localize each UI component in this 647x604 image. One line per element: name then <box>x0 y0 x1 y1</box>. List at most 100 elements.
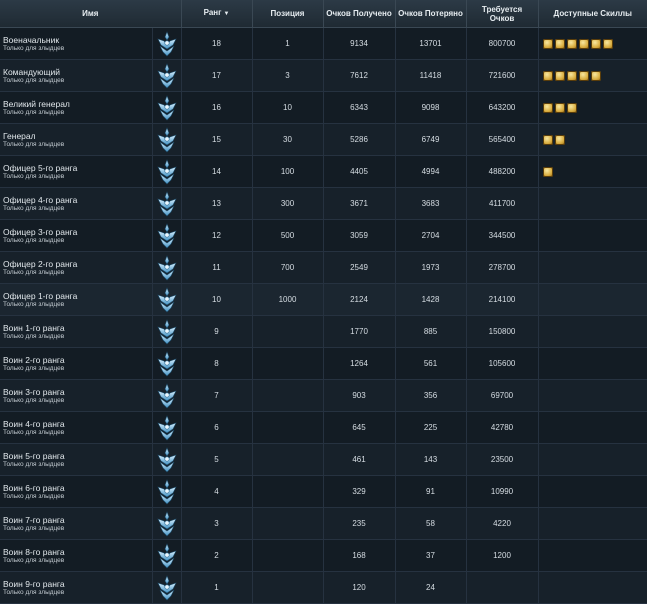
rank-emblem-cell <box>152 411 182 444</box>
skill-icon[interactable] <box>590 70 601 81</box>
skill-icon[interactable] <box>542 166 553 177</box>
skills-cell <box>538 59 647 92</box>
rank-name-cell: Военачальник Только для злыдцев <box>0 27 153 60</box>
rank-title: Воин 6-го ранга <box>3 482 65 493</box>
rank-emblem-icon <box>156 158 177 184</box>
position-cell: 1 <box>252 27 324 60</box>
points-earned-cell: 2124 <box>323 283 396 316</box>
table-row[interactable]: Воин 7-го ранга Только для злыдцев 3 235… <box>0 507 647 540</box>
skills-cell <box>538 379 647 412</box>
skill-icon[interactable] <box>554 134 565 145</box>
header-name[interactable]: Имя <box>0 0 182 28</box>
position-cell <box>252 443 324 476</box>
rank-title: Военачальник <box>3 34 60 45</box>
table-row[interactable]: Воин 9-го ранга Только для злыдцев 1 120… <box>0 571 647 604</box>
points-earned-cell: 2549 <box>323 251 396 284</box>
table-row[interactable]: Офицер 4-го ранга Только для злыдцев 13 … <box>0 187 647 220</box>
rank-title: Генерал <box>3 130 36 141</box>
rank-note: Только для злыдцев <box>3 396 65 404</box>
table-row[interactable]: Воин 4-го ранга Только для злыдцев 6 645… <box>0 411 647 444</box>
table-row[interactable]: Офицер 2-го ранга Только для злыдцев 11 … <box>0 251 647 284</box>
skill-icon[interactable] <box>578 38 589 49</box>
header-position[interactable]: Позиция <box>252 0 324 28</box>
skills-cell <box>538 475 647 508</box>
points-earned-cell: 1264 <box>323 347 396 380</box>
skills-cell <box>538 411 647 444</box>
skill-icon[interactable] <box>554 102 565 113</box>
position-cell <box>252 507 324 540</box>
position-cell <box>252 475 324 508</box>
table-row[interactable]: Офицер 1-го ранга Только для злыдцев 10 … <box>0 283 647 316</box>
table-row[interactable]: Воин 1-го ранга Только для злыдцев 9 177… <box>0 315 647 348</box>
rank-emblem-cell <box>152 91 182 124</box>
header-skills[interactable]: Доступные Скиллы <box>538 0 647 28</box>
rank-emblem-icon <box>156 542 177 568</box>
points-lost-cell: 58 <box>395 507 467 540</box>
rank-cell: 14 <box>181 155 253 188</box>
rank-cell: 16 <box>181 91 253 124</box>
skill-icon[interactable] <box>566 70 577 81</box>
header-points-required[interactable]: Требуется Очков <box>466 0 539 28</box>
rank-cell: 13 <box>181 187 253 220</box>
rank-emblem-icon <box>156 190 177 216</box>
points-lost-cell: 13701 <box>395 27 467 60</box>
points-lost-cell: 4994 <box>395 155 467 188</box>
rank-emblem-icon <box>156 254 177 280</box>
rank-emblem-cell <box>152 315 182 348</box>
header-points-lost[interactable]: Очков Потеряно <box>395 0 467 28</box>
skills-cell <box>538 315 647 348</box>
table-row[interactable]: Воин 8-го ранга Только для злыдцев 2 168… <box>0 539 647 572</box>
header-points-earned[interactable]: Очков Получено <box>323 0 396 28</box>
position-cell <box>252 539 324 572</box>
rank-title: Воин 2-го ранга <box>3 354 65 365</box>
table-row[interactable]: Великий генерал Только для злыдцев 16 10… <box>0 91 647 124</box>
rank-emblem-cell <box>152 507 182 540</box>
table-row[interactable]: Воин 6-го ранга Только для злыдцев 4 329… <box>0 475 647 508</box>
points-earned-cell: 120 <box>323 571 396 604</box>
skill-icon[interactable] <box>554 38 565 49</box>
skill-icon[interactable] <box>590 38 601 49</box>
points-lost-cell: 561 <box>395 347 467 380</box>
points-earned-cell: 9134 <box>323 27 396 60</box>
points-earned-cell: 645 <box>323 411 396 444</box>
skill-icon[interactable] <box>542 70 553 81</box>
table-row[interactable]: Воин 3-го ранга Только для злыдцев 7 903… <box>0 379 647 412</box>
table-row[interactable]: Воин 5-го ранга Только для злыдцев 5 461… <box>0 443 647 476</box>
points-lost-cell: 225 <box>395 411 467 444</box>
skill-icon[interactable] <box>578 70 589 81</box>
table-row[interactable]: Офицер 5-го ранга Только для злыдцев 14 … <box>0 155 647 188</box>
rank-emblem-cell <box>152 283 182 316</box>
skill-icon[interactable] <box>542 38 553 49</box>
rank-title: Офицер 3-го ранга <box>3 226 78 237</box>
skills-cell <box>538 347 647 380</box>
rank-emblem-icon <box>156 446 177 472</box>
rank-note: Только для злыдцев <box>3 300 65 308</box>
points-earned-cell: 329 <box>323 475 396 508</box>
points-required-cell: 214100 <box>466 283 539 316</box>
points-earned-cell: 903 <box>323 379 396 412</box>
skill-icon[interactable] <box>542 134 553 145</box>
rank-name-cell: Командующий Только для злыдцев <box>0 59 153 92</box>
skill-icon[interactable] <box>566 38 577 49</box>
skill-icon[interactable] <box>566 102 577 113</box>
rank-emblem-cell <box>152 123 182 156</box>
position-cell: 100 <box>252 155 324 188</box>
rank-name-cell: Офицер 5-го ранга Только для злыдцев <box>0 155 153 188</box>
rank-cell: 18 <box>181 27 253 60</box>
rank-cell: 17 <box>181 59 253 92</box>
points-required-cell: 23500 <box>466 443 539 476</box>
rank-name-cell: Воин 1-го ранга Только для злыдцев <box>0 315 153 348</box>
rank-emblem-icon <box>156 318 177 344</box>
rank-name-cell: Великий генерал Только для злыдцев <box>0 91 153 124</box>
rank-title: Офицер 1-го ранга <box>3 290 78 301</box>
table-row[interactable]: Офицер 3-го ранга Только для злыдцев 12 … <box>0 219 647 252</box>
skill-icon[interactable] <box>542 102 553 113</box>
header-rank[interactable]: Ранг ▼ <box>181 0 253 28</box>
skill-icon[interactable] <box>602 38 613 49</box>
table-row[interactable]: Воин 2-го ранга Только для злыдцев 8 126… <box>0 347 647 380</box>
table-row[interactable]: Командующий Только для злыдцев 17 3 7612… <box>0 59 647 92</box>
rank-cell: 12 <box>181 219 253 252</box>
table-row[interactable]: Военачальник Только для злыдцев 18 1 913… <box>0 27 647 60</box>
skill-icon[interactable] <box>554 70 565 81</box>
table-row[interactable]: Генерал Только для злыдцев 15 30 5286 67… <box>0 123 647 156</box>
